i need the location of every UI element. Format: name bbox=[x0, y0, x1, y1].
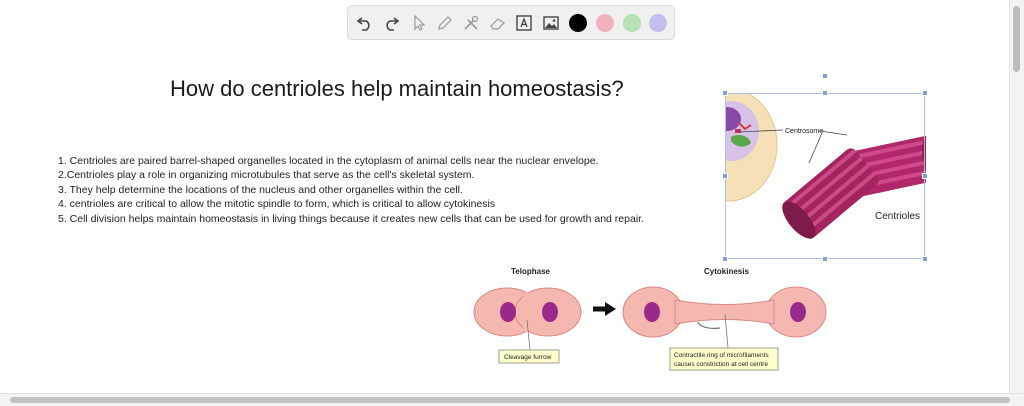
centrioles-label: Centrioles bbox=[875, 211, 920, 222]
resize-handle[interactable] bbox=[922, 90, 928, 96]
horizontal-scroll-thumb[interactable] bbox=[10, 397, 1010, 403]
centrosome-label: Centrosome bbox=[785, 128, 823, 135]
redo-icon[interactable] bbox=[380, 12, 402, 34]
vertical-scroll-thumb[interactable] bbox=[1013, 6, 1020, 72]
resize-handle[interactable] bbox=[922, 256, 928, 262]
vertical-scrollbar[interactable] bbox=[1009, 0, 1024, 394]
resize-handle[interactable] bbox=[722, 90, 728, 96]
list-item: 1. Centrioles are paired barrel-shaped o… bbox=[58, 155, 599, 167]
cytokinesis-diagram[interactable]: Telophase Cytokinesis Cleavage furrow Co… bbox=[470, 262, 840, 374]
resize-handle[interactable] bbox=[822, 73, 828, 79]
list-item: 3. They help determine the locations of … bbox=[58, 183, 463, 196]
resize-handle[interactable] bbox=[922, 173, 928, 179]
cleavage-furrow-label: Cleavage furrow bbox=[504, 354, 552, 361]
drawing-toolbar bbox=[347, 5, 675, 40]
eraser-icon[interactable] bbox=[487, 12, 509, 34]
telophase-label: Telophase bbox=[511, 267, 551, 276]
contractile-ring-label-2: causes constriction at cell centre bbox=[674, 361, 768, 368]
color-green-swatch[interactable] bbox=[623, 14, 641, 32]
color-black-swatch[interactable] bbox=[569, 14, 587, 32]
image-icon[interactable] bbox=[540, 12, 562, 34]
list-item: 4. centrioles are critical to allow the … bbox=[58, 198, 496, 211]
page-title: How do centrioles help maintain homeosta… bbox=[170, 76, 624, 101]
color-purple-swatch[interactable] bbox=[649, 14, 667, 32]
color-pink-swatch[interactable] bbox=[596, 14, 614, 32]
cytokinesis-label: Cytokinesis bbox=[704, 267, 749, 276]
centrioles-image[interactable]: Centrosome Centrioles bbox=[725, 93, 926, 259]
answer-list: 1. Centrioles are paired barrel-shaped o… bbox=[58, 154, 644, 226]
horizontal-scrollbar[interactable] bbox=[0, 393, 1024, 406]
list-item: 2.Centrioles play a role in organizing m… bbox=[58, 169, 475, 182]
text-icon[interactable] bbox=[513, 12, 535, 34]
resize-handle[interactable] bbox=[822, 90, 828, 96]
pen-icon[interactable] bbox=[434, 12, 456, 34]
tools-icon[interactable] bbox=[460, 12, 482, 34]
contractile-ring-label: Contractile ring of microfilaments bbox=[674, 352, 769, 359]
resize-handle[interactable] bbox=[722, 173, 728, 179]
pointer-icon[interactable] bbox=[408, 12, 430, 34]
undo-icon[interactable] bbox=[354, 12, 376, 34]
list-item: 5. Cell division helps maintain homeosta… bbox=[58, 212, 644, 225]
